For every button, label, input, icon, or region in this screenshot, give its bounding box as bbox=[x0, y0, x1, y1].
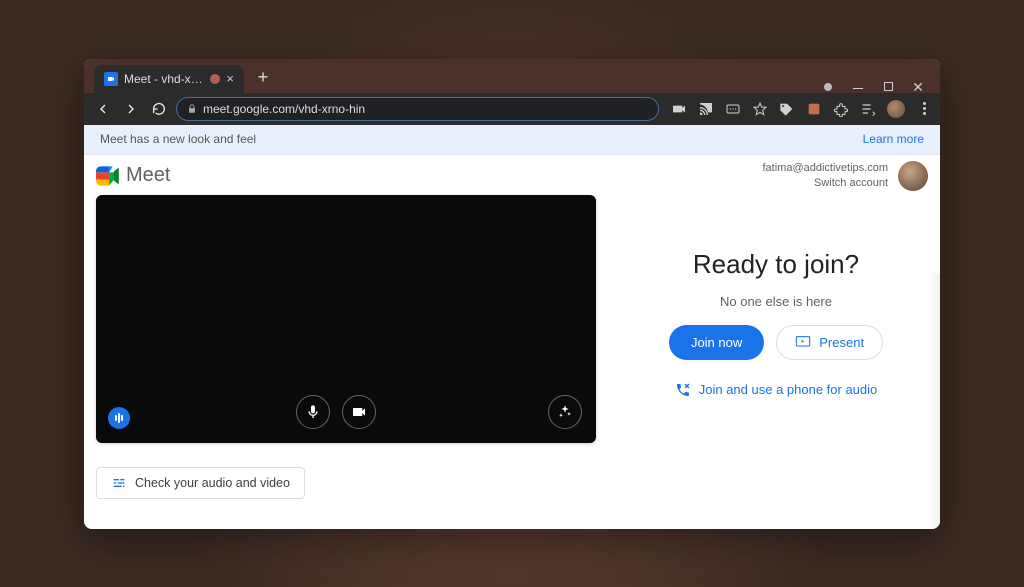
titlebar: Meet - vhd-xrno-hin × + ✕ bbox=[84, 59, 940, 93]
join-title: Ready to join? bbox=[693, 249, 859, 280]
present-icon bbox=[795, 335, 811, 349]
phone-audio-label: Join and use a phone for audio bbox=[699, 382, 878, 397]
tab-active[interactable]: Meet - vhd-xrno-hin × bbox=[94, 65, 244, 93]
tab-strip: Meet - vhd-xrno-hin × + bbox=[90, 59, 276, 93]
phone-audio-link[interactable]: Join and use a phone for audio bbox=[675, 382, 878, 398]
window-controls: ✕ bbox=[822, 75, 934, 93]
banner-message: Meet has a new look and feel bbox=[100, 132, 256, 146]
tab-title: Meet - vhd-xrno-hin bbox=[124, 72, 204, 86]
lock-icon bbox=[187, 104, 197, 114]
tune-icon bbox=[111, 475, 127, 491]
maximize-button[interactable] bbox=[882, 81, 894, 93]
account-block[interactable]: fatima@addictivetips.com Switch account bbox=[763, 161, 929, 191]
phone-icon bbox=[675, 382, 691, 398]
topline: Meet fatima@addictivetips.com Switch acc… bbox=[96, 161, 928, 191]
minimize-button[interactable] bbox=[852, 81, 864, 93]
meet-logo-icon bbox=[96, 166, 120, 186]
sparkle-icon bbox=[557, 404, 573, 420]
join-now-button[interactable]: Join now bbox=[669, 325, 764, 360]
scrollbar[interactable] bbox=[930, 273, 940, 529]
close-tab-icon[interactable]: × bbox=[226, 71, 234, 86]
toolbar-icons bbox=[665, 100, 932, 118]
account-text: fatima@addictivetips.com Switch account bbox=[763, 161, 889, 190]
check-av-button[interactable]: Check your audio and video bbox=[96, 467, 305, 499]
microphone-icon bbox=[305, 404, 321, 420]
join-subtitle: No one else is here bbox=[720, 294, 832, 309]
cast-icon[interactable] bbox=[698, 101, 714, 117]
addressbar: meet.google.com/vhd-xrno-hin bbox=[84, 93, 940, 125]
page-content: Meet fatima@addictivetips.com Switch acc… bbox=[84, 155, 940, 529]
url-input[interactable]: meet.google.com/vhd-xrno-hin bbox=[176, 97, 659, 121]
url-text: meet.google.com/vhd-xrno-hin bbox=[203, 102, 365, 116]
present-label: Present bbox=[819, 335, 864, 350]
status-dot-icon bbox=[822, 81, 834, 93]
video-preview bbox=[96, 195, 596, 443]
profile-avatar-icon[interactable] bbox=[887, 100, 905, 118]
browser-window: Meet - vhd-xrno-hin × + ✕ meet.google.co… bbox=[84, 59, 940, 529]
extensions-icon[interactable] bbox=[833, 101, 849, 117]
main-row: Check your audio and video Ready to join… bbox=[96, 195, 928, 519]
sound-level-indicator bbox=[108, 407, 130, 429]
menu-icon[interactable] bbox=[916, 101, 932, 117]
visual-effects-button[interactable] bbox=[548, 395, 582, 429]
camera-toggle-button[interactable] bbox=[342, 395, 376, 429]
star-icon[interactable] bbox=[752, 101, 768, 117]
account-avatar[interactable] bbox=[898, 161, 928, 191]
banner-link[interactable]: Learn more bbox=[863, 132, 924, 146]
camera-icon bbox=[351, 404, 367, 420]
reload-button[interactable] bbox=[148, 98, 170, 120]
present-button[interactable]: Present bbox=[776, 325, 883, 360]
meet-favicon-icon bbox=[104, 72, 118, 86]
new-tab-button[interactable]: + bbox=[250, 65, 276, 91]
forward-button[interactable] bbox=[120, 98, 142, 120]
join-panel: Ready to join? No one else is here Join … bbox=[624, 195, 928, 519]
info-banner: Meet has a new look and feel Learn more bbox=[84, 125, 940, 155]
video-column: Check your audio and video bbox=[96, 195, 596, 519]
recording-indicator-icon bbox=[210, 74, 220, 84]
camera-status-icon[interactable] bbox=[671, 101, 687, 117]
back-button[interactable] bbox=[92, 98, 114, 120]
join-buttons: Join now Present bbox=[669, 325, 883, 360]
password-icon[interactable] bbox=[725, 101, 741, 117]
mic-toggle-button[interactable] bbox=[296, 395, 330, 429]
meet-logo: Meet bbox=[96, 164, 170, 187]
close-window-button[interactable]: ✕ bbox=[912, 81, 924, 93]
account-email: fatima@addictivetips.com bbox=[763, 161, 889, 175]
tag-icon[interactable] bbox=[779, 101, 795, 117]
reading-list-icon[interactable] bbox=[860, 101, 876, 117]
brand: Meet bbox=[126, 164, 170, 187]
switch-account-link[interactable]: Switch account bbox=[763, 176, 889, 190]
adblock-icon[interactable] bbox=[806, 101, 822, 117]
check-av-label: Check your audio and video bbox=[135, 476, 290, 490]
